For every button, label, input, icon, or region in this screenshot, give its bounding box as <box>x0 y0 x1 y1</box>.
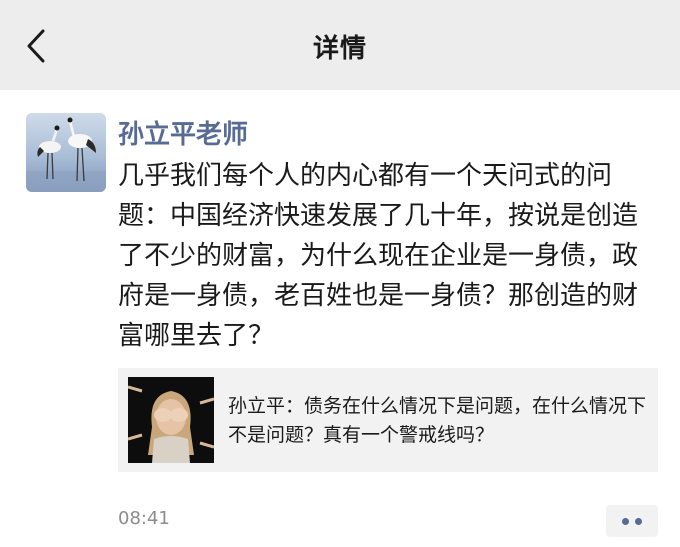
avatar[interactable] <box>26 113 106 192</box>
more-dots-icon <box>622 517 629 525</box>
covered-eyes-photo <box>128 377 214 463</box>
page-title: 详情 <box>312 34 367 64</box>
more-dots-icon <box>635 517 642 525</box>
post-text: 几乎我们每个人的内心都有一个天问式的问题：中国经济快速发展了几十年，按说是创造了… <box>118 161 639 351</box>
more-options-button[interactable] <box>606 505 658 537</box>
post-timestamp: 08:41 <box>118 508 170 529</box>
shared-article-thumbnail <box>128 377 214 463</box>
shared-article-card[interactable]: 孙立平：债务在什么情况下是问题，在什么情况下不是问题？真有一个警戒线吗？ <box>118 368 658 472</box>
top-navigation-bar: 详情 <box>0 0 680 90</box>
shared-article-title: 孙立平：债务在什么情况下是问题，在什么情况下不是问题？真有一个警戒线吗？ <box>228 395 647 446</box>
crane-photo <box>26 113 106 192</box>
author-name[interactable]: 孙立平老师 <box>118 114 248 151</box>
